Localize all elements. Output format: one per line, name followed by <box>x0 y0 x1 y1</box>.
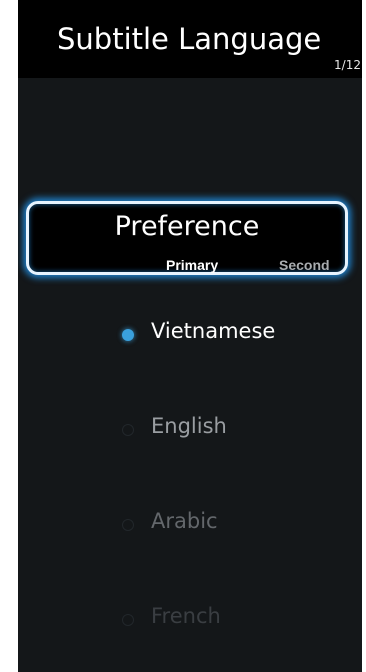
preference-card[interactable]: Preference Primary Second <box>26 201 348 275</box>
title-bar: Subtitle Language 1/12 <box>18 0 362 78</box>
language-option-french[interactable]: French <box>122 602 342 638</box>
language-option-arabic[interactable]: Arabic <box>122 507 342 543</box>
language-label: Vietnamese <box>151 319 276 343</box>
radio-icon <box>122 329 134 341</box>
preference-title: Preference <box>114 211 260 242</box>
page-indicator: 1/12 <box>334 58 361 72</box>
language-option-english[interactable]: English <box>122 412 342 448</box>
radio-icon <box>122 424 134 436</box>
language-label: English <box>151 414 227 438</box>
language-option-vietnamese[interactable]: Vietnamese <box>122 317 342 353</box>
page-title: Subtitle Language <box>57 22 322 56</box>
radio-icon <box>122 614 134 626</box>
secondary-option[interactable]: Second <box>279 257 330 273</box>
primary-option[interactable]: Primary <box>166 257 218 273</box>
radio-icon <box>122 519 134 531</box>
language-label: Arabic <box>151 509 218 533</box>
screen: Subtitle Language 1/12 Preference Primar… <box>18 0 362 672</box>
language-label: French <box>151 604 221 628</box>
